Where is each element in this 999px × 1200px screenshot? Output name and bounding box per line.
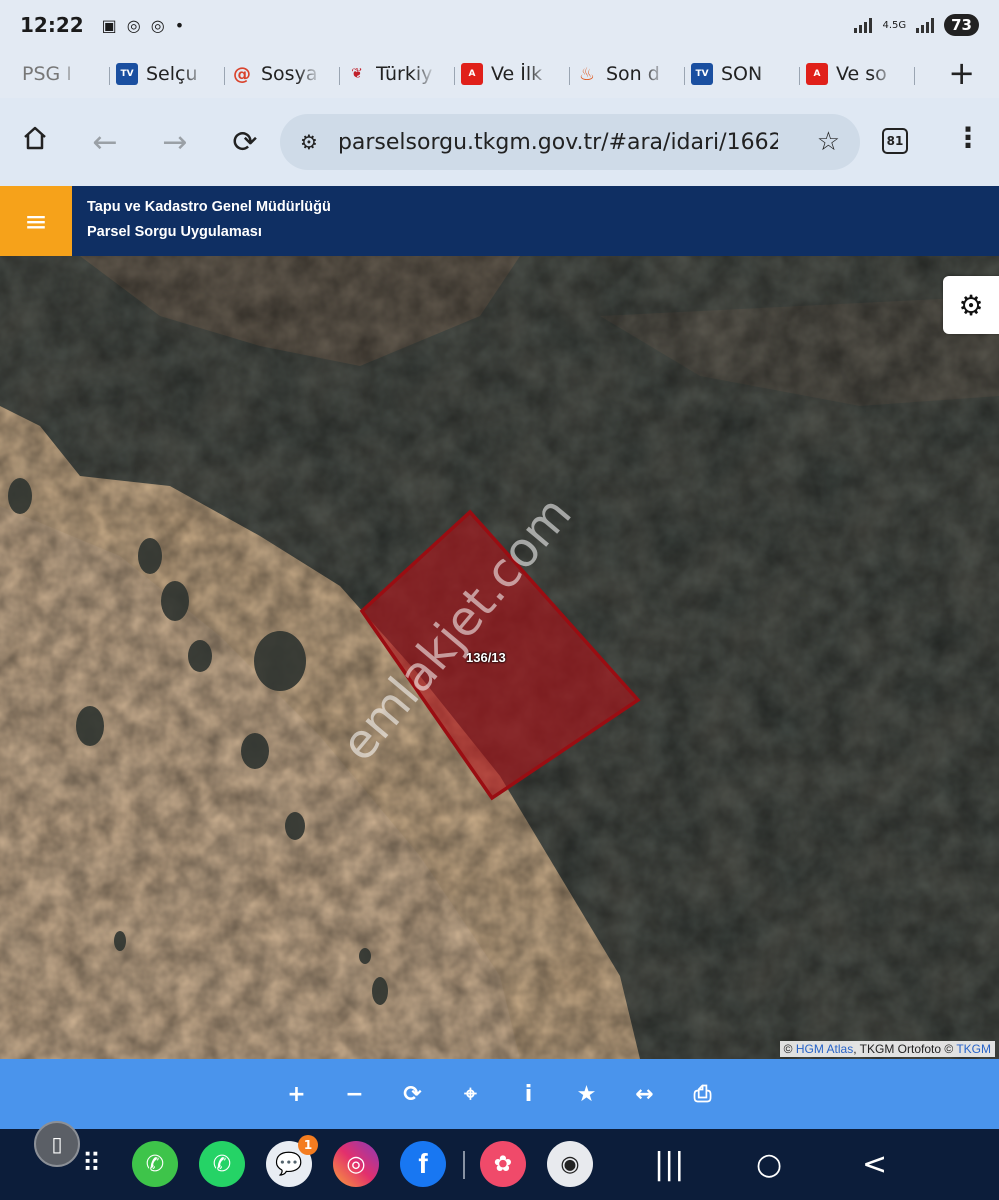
dock-divider — [463, 1151, 465, 1179]
bookmark-star-icon[interactable]: ☆ — [817, 127, 840, 157]
whatsapp-app-icon[interactable]: ✆ — [199, 1141, 245, 1187]
home-button[interactable]: ○ — [756, 1147, 782, 1182]
signal-icon — [854, 17, 873, 33]
site-settings-icon[interactable]: ⚙ — [300, 130, 318, 154]
tab-switcher-button[interactable]: 81 — [882, 128, 908, 154]
browser-tab[interactable]: PSG I — [22, 63, 116, 85]
browser-tab[interactable]: ♨ Son d — [576, 63, 691, 85]
android-navigation-bar: ⠿ ✆ ✆ 💬 1 ◎ f ✿ ◉ ||| ○ < — [0, 1129, 999, 1200]
phone-screen: 12:22 ▣ ◎ ◎ • 4.5G 73 PSG I TV Selçu @ S… — [0, 0, 999, 1200]
status-time: 12:22 — [20, 13, 84, 37]
recent-apps-button[interactable]: ||| — [654, 1147, 684, 1182]
tab-label: Son d — [606, 63, 660, 85]
chrome-icon: ◎ — [126, 15, 141, 35]
aksam-favicon-icon: A — [806, 63, 828, 85]
browser-tab[interactable]: @ Sosya — [231, 63, 346, 85]
map-settings-button[interactable]: ⚙ — [943, 276, 999, 334]
zoom-out-button[interactable]: − — [341, 1082, 369, 1107]
facebook-app-icon[interactable]: f — [400, 1141, 446, 1187]
new-tab-button[interactable]: + — [948, 54, 975, 92]
address-bar[interactable]: ⚙ parselsorgu.tkgm.gov.tr/#ara/idari/166… — [280, 114, 860, 170]
dot-icon: • — [174, 15, 185, 35]
signal-icon — [916, 17, 935, 33]
app-title-line1: Tapu ve Kadastro Genel Müdürlüğü — [87, 199, 331, 215]
browser-tab[interactable]: A Ve İlk — [461, 63, 576, 85]
url-text[interactable]: parselsorgu.tkgm.gov.tr/#ara/idari/16627… — [338, 130, 778, 155]
swirl-favicon-icon: @ — [233, 63, 251, 85]
tab-label: SON — [721, 63, 763, 85]
camera-app-icon[interactable]: ◉ — [547, 1141, 593, 1187]
flame-favicon-icon: ♨ — [578, 63, 596, 85]
instagram-app-icon[interactable]: ◎ — [333, 1141, 379, 1187]
tab-label: Türkiy — [376, 63, 433, 85]
tab-label: Selçu — [146, 63, 198, 85]
aksam-favicon-icon: A — [461, 63, 483, 85]
hgm-atlas-link[interactable]: HGM Atlas — [796, 1042, 853, 1056]
tab-label: Sosya — [261, 63, 318, 85]
more-menu-icon[interactable]: ⋮ — [954, 124, 982, 152]
browser-tab[interactable]: TV Selçu — [116, 63, 231, 85]
map-attribution: © HGM Atlas, TKGM Ortofoto © TKGM — [779, 1041, 995, 1057]
floating-screenshot-button[interactable]: ▯ — [34, 1121, 80, 1167]
notification-icons: ▣ ◎ ◎ • — [102, 16, 185, 35]
browser-tab[interactable]: ❦ Türkiy — [346, 63, 461, 85]
logo-favicon-icon: ❦ — [351, 66, 363, 82]
tab-label: PSG I — [22, 63, 72, 85]
print-button[interactable]: ⎙ — [689, 1082, 717, 1107]
phone-frame-icon: ▯ — [51, 1132, 63, 1156]
tv-favicon-icon: TV — [116, 63, 138, 85]
tv-favicon-icon: TV — [691, 63, 713, 85]
map-toolbar: + − ⟳ ⌖ i ★ ↔ ⎙ — [0, 1059, 999, 1129]
messages-app-icon[interactable]: 💬 1 — [266, 1135, 318, 1187]
screenshot-icon: ▣ — [101, 15, 117, 35]
phone-app-icon[interactable]: ✆ — [132, 1141, 178, 1187]
map-view[interactable]: 136/13 emlakjet.com ⚙ © HGM Atlas, TKGM … — [0, 256, 999, 1059]
browser-tab[interactable]: A Ve so — [806, 63, 921, 85]
gear-icon: ⚙ — [958, 288, 984, 322]
browser-tab[interactable]: TV SON — [691, 63, 806, 85]
app-title: Tapu ve Kadastro Genel Müdürlüğü Parsel … — [87, 195, 331, 245]
app-title-line2: Parsel Sorgu Uygulaması — [87, 224, 262, 240]
chrome-icon: ◎ — [150, 15, 165, 35]
reload-icon[interactable]: ⟳ — [210, 125, 280, 160]
status-right: 4.5G 73 — [854, 14, 979, 36]
hamburger-menu-icon[interactable]: ≡ — [0, 186, 72, 256]
status-bar: 12:22 ▣ ◎ ◎ • 4.5G 73 — [0, 0, 999, 50]
tkgm-link[interactable]: TKGM — [956, 1042, 991, 1056]
home-icon[interactable] — [0, 124, 70, 160]
gallery-app-icon[interactable]: ✿ — [480, 1141, 526, 1187]
info-button[interactable]: i — [515, 1082, 543, 1107]
forward-arrow-icon[interactable]: → — [140, 125, 210, 160]
network-type: 4.5G — [882, 19, 907, 31]
zoom-in-button[interactable]: + — [283, 1082, 311, 1107]
measure-button[interactable]: ↔ — [631, 1082, 659, 1107]
messages-badge: 1 — [298, 1135, 318, 1155]
locate-button[interactable]: ⌖ — [457, 1082, 485, 1107]
app-header: ≡ Tapu ve Kadastro Genel Müdürlüğü Parse… — [0, 186, 999, 256]
tab-label: Ve İlk — [491, 63, 543, 85]
back-arrow-icon[interactable]: ← — [70, 125, 140, 160]
tab-label: Ve so — [836, 63, 887, 85]
refresh-button[interactable]: ⟳ — [399, 1082, 427, 1107]
back-button[interactable]: < — [862, 1147, 887, 1182]
favorite-button[interactable]: ★ — [573, 1082, 601, 1107]
battery-level: 73 — [944, 14, 979, 36]
browser-tab-strip: PSG I TV Selçu @ Sosya ❦ Türkiy A Ve İlk… — [0, 50, 999, 98]
app-drawer-icon[interactable]: ⠿ — [82, 1149, 101, 1179]
